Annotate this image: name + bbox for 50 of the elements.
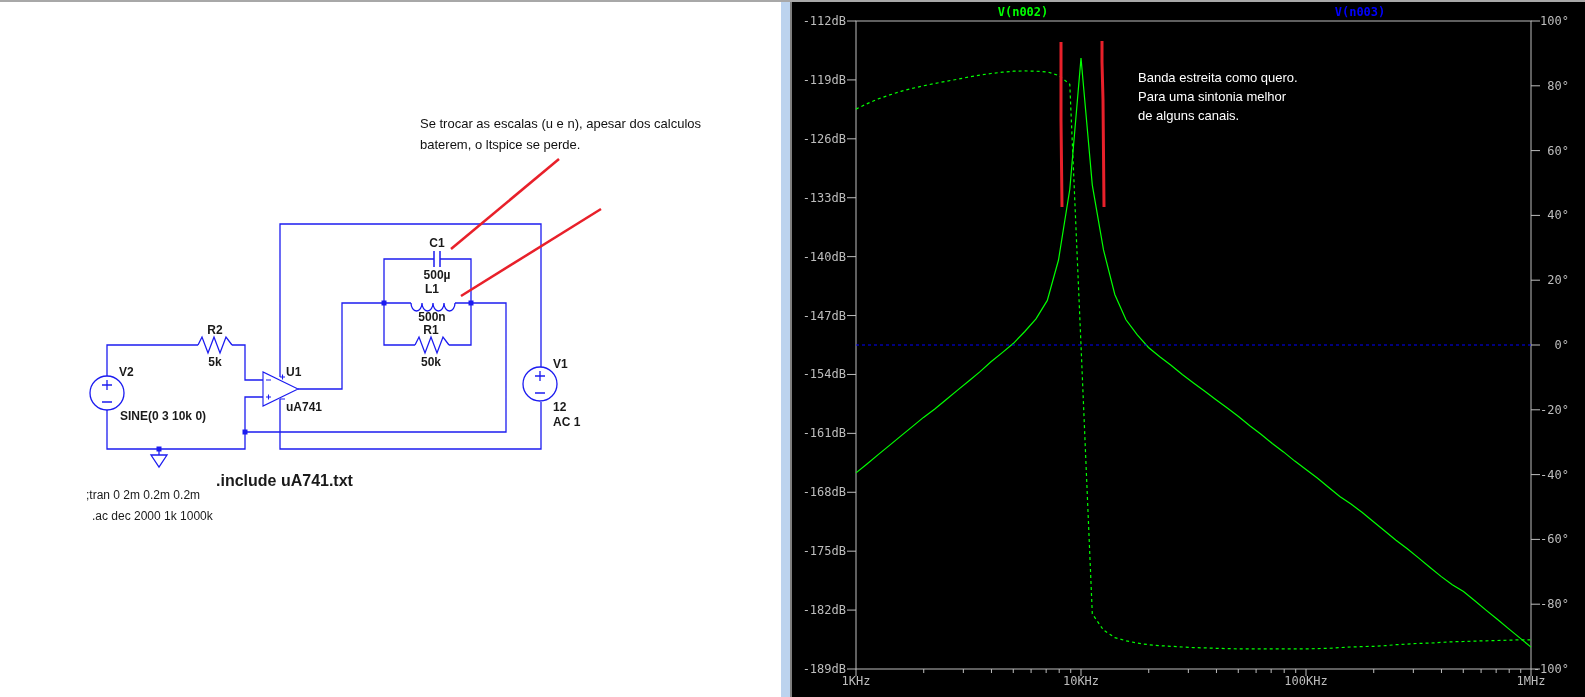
component-label: L1: [425, 282, 439, 296]
spice-directive: .ac dec 2000 1k 1000k: [92, 508, 213, 524]
component-value: 12: [553, 400, 567, 414]
comment-text: Se trocar as escalas (u e n), apesar dos calculos baterem, o ltspice se perde.: [420, 115, 703, 154]
axis-tick-label: -189dB: [802, 662, 846, 676]
component-label: R1: [423, 323, 439, 337]
axis-tick-label: 80°: [1547, 78, 1569, 93]
axis-tick-label: 40°: [1547, 208, 1569, 223]
axis-tick-label: -168dB: [802, 485, 846, 500]
axis-tick-label: -20°: [1540, 402, 1569, 417]
axis-tick-label: 100°: [1540, 14, 1569, 28]
axis-tick-label: -40°: [1540, 467, 1569, 482]
axis-tick-label: -161dB: [802, 426, 846, 441]
component-value: 50k: [421, 355, 441, 369]
axis-tick-label: -126dB: [802, 131, 846, 146]
axis-tick-label: 100KHz: [1284, 674, 1328, 688]
axis-tick-label: -112dB: [802, 14, 846, 28]
axis-tick-label: -154dB: [802, 367, 846, 382]
trace-label: V(n003): [1334, 5, 1386, 19]
spice-directive: .include uA741.txt: [216, 470, 353, 490]
axis-tick-label: -182dB: [802, 603, 846, 618]
spice-directive: ;tran 0 2m 0.2m 0.2m: [86, 487, 201, 503]
axis-tick-label: 0°: [1554, 338, 1569, 352]
axis-tick-label: -175dB: [802, 544, 846, 559]
component-label: V2: [119, 365, 134, 379]
axis-tick-label: -140dB: [802, 249, 846, 264]
axis-tick-label: -60°: [1540, 532, 1569, 547]
pane-splitter[interactable]: [781, 2, 792, 697]
component-value: AC 1: [553, 415, 581, 429]
axis-tick-label: 1MHz: [1516, 674, 1546, 688]
component-value: SINE(0 3 10k 0): [120, 409, 207, 423]
component-label: U1: [286, 365, 302, 379]
axis-tick-label: -119dB: [802, 72, 846, 87]
component-value: 500n: [418, 310, 446, 324]
axis-tick-label: 60°: [1547, 143, 1569, 158]
note-text: Banda estreita como quero. Para uma sintonia melhor de alguns canais.: [1138, 69, 1298, 125]
component-label: R2: [207, 323, 223, 337]
component-value: uA741: [286, 400, 323, 414]
axis-tick-label: 1KHz: [841, 674, 871, 688]
axis-tick-label: 10KHz: [1062, 674, 1100, 688]
axis-tick-label: -80°: [1540, 597, 1569, 612]
component-value: 5k: [208, 355, 222, 369]
axis-tick-label: 20°: [1547, 273, 1569, 288]
component-value: 500µ: [423, 268, 451, 282]
trace-label: V(n002): [997, 5, 1049, 19]
axis-tick-label: -100°: [1532, 662, 1569, 676]
axis-tick-label: -147dB: [802, 308, 846, 323]
component-label: C1: [429, 236, 445, 250]
axis-tick-label: -133dB: [802, 190, 846, 205]
component-label: V1: [553, 357, 568, 371]
